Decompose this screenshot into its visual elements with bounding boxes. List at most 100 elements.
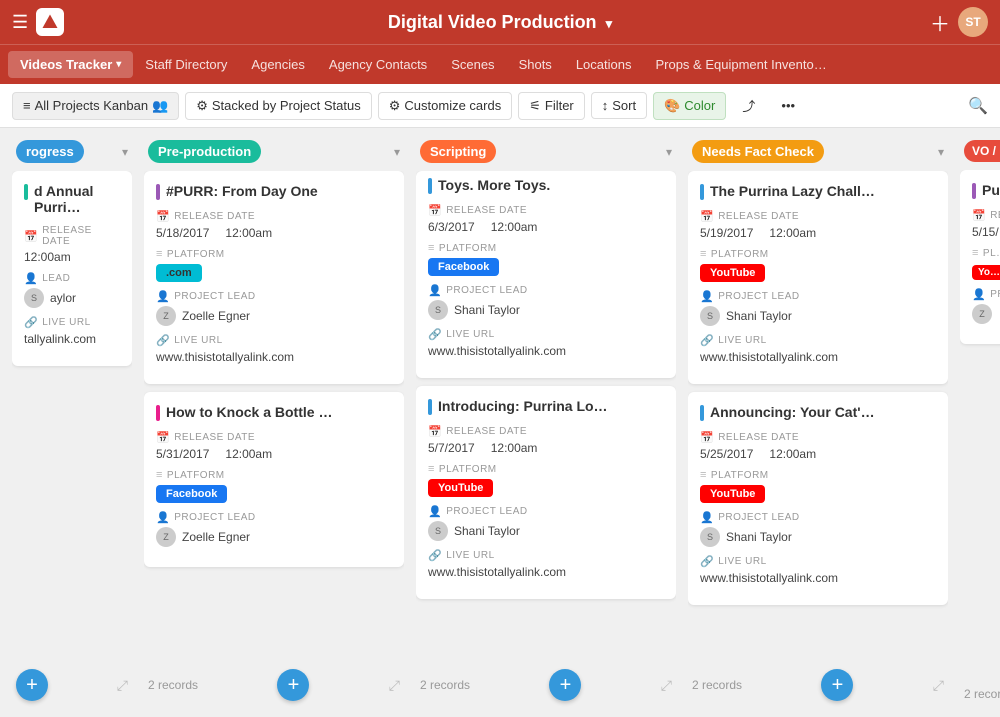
lead-avatar: S bbox=[428, 300, 448, 320]
card-color-bar bbox=[24, 184, 28, 200]
person-icon: 👤 bbox=[24, 272, 38, 285]
stacked-view-button[interactable]: ⚙ Stacked by Project Status bbox=[185, 92, 372, 120]
sort-button[interactable]: ↕ Sort bbox=[591, 92, 647, 119]
calendar-icon: 📅 bbox=[156, 210, 170, 223]
column-pre-production: Pre-production ▾ #PURR: From Day One 📅 R… bbox=[144, 140, 404, 705]
card-color-bar bbox=[428, 178, 432, 194]
tab-agency-contacts[interactable]: Agency Contacts bbox=[317, 51, 439, 78]
card-purr-day-one[interactable]: #PURR: From Day One 📅 RELEASE DATE 5/18/… bbox=[144, 171, 404, 384]
card-project-lead: 👤 PROJECT LEAD S Shani Taylor bbox=[428, 505, 664, 541]
card-lead-field: 👤 LEAD S aylor bbox=[24, 272, 120, 308]
stacked-label: Stacked by Project Status bbox=[212, 98, 361, 113]
color-label: Color bbox=[684, 98, 715, 113]
person-icon: 👤 bbox=[972, 288, 986, 301]
tab-staff-directory[interactable]: Staff Directory bbox=[133, 51, 239, 78]
platform-badge: .com bbox=[156, 264, 202, 282]
tab-agencies[interactable]: Agencies bbox=[239, 51, 316, 78]
expand-icon[interactable]: ⤢ bbox=[661, 677, 672, 694]
toolbar-left: ≡ All Projects Kanban 👥 ⚙ Stacked by Pro… bbox=[12, 91, 960, 120]
card-color-bar bbox=[700, 405, 704, 421]
vo-records-count: 2 records bbox=[964, 687, 1000, 701]
hamburger-icon[interactable]: ☰ bbox=[12, 12, 28, 33]
link-icon: 🔗 bbox=[428, 549, 442, 562]
customize-label: Customize cards bbox=[404, 98, 501, 113]
card-live-url: 🔗 LIVE URL www.thisistotallyalink.com bbox=[700, 555, 936, 585]
filter-label: Filter bbox=[545, 98, 574, 113]
card-release-date: 📅 RELEASE DATE 5/18/2017 12:00am bbox=[156, 210, 392, 240]
add-view-button[interactable]: ＋ bbox=[930, 8, 950, 37]
card-annual-purr[interactable]: d Annual Purri… 📅 RELEASE DATE 12:00am 👤… bbox=[12, 171, 132, 366]
expand-icon[interactable]: ⤢ bbox=[389, 677, 400, 694]
customize-cards-button[interactable]: ⚙ Customize cards bbox=[378, 92, 512, 120]
column-in-progress-header: rogress ▾ bbox=[12, 140, 132, 163]
card-project-lead: 👤 PROJECT LEAD S Shani Taylor bbox=[700, 290, 936, 326]
card-vo-partial[interactable]: Pu… 📅 RE… 5/15/… ≡ PL… Yo… bbox=[960, 170, 1000, 344]
header-right: ＋ ST bbox=[930, 7, 988, 37]
search-button[interactable]: 🔍 bbox=[968, 96, 988, 116]
tab-locations[interactable]: Locations bbox=[564, 51, 644, 78]
lead-avatar: S bbox=[24, 288, 44, 308]
title-dropdown-arrow[interactable]: ▾ bbox=[606, 16, 613, 31]
needs-fact-add-button[interactable]: + bbox=[821, 669, 853, 701]
lead-avatar: S bbox=[700, 527, 720, 547]
card-announcing-cat[interactable]: Announcing: Your Cat'… 📅 RELEASE DATE 5/… bbox=[688, 392, 948, 605]
column-needs-fact-footer: 2 records + ⤢ bbox=[688, 665, 948, 705]
view-icon: ≡ bbox=[23, 98, 31, 113]
column-needs-fact-cards: The Purrina Lazy Chall… 📅 RELEASE DATE 5… bbox=[688, 171, 948, 657]
lead-avatar: Z bbox=[972, 304, 992, 324]
column-vo-header: VO / H ▾ bbox=[960, 140, 1000, 162]
pre-production-records-count: 2 records bbox=[148, 678, 198, 692]
column-scripting-chevron[interactable]: ▾ bbox=[666, 145, 672, 159]
tab-props[interactable]: Props & Equipment Invento… bbox=[643, 51, 838, 78]
card-purrina-lazy[interactable]: The Purrina Lazy Chall… 📅 RELEASE DATE 5… bbox=[688, 171, 948, 384]
expand-icon[interactable]: ⤢ bbox=[933, 677, 944, 694]
tab-shots[interactable]: Shots bbox=[507, 51, 564, 78]
view-label: All Projects Kanban bbox=[35, 98, 148, 113]
card-platform: ≡ PLATFORM .com bbox=[156, 248, 392, 282]
color-button[interactable]: 🎨 Color bbox=[653, 92, 726, 120]
card-project-lead: 👤 PROJECT LEAD Z Zoelle Egner bbox=[156, 511, 392, 547]
column-pre-production-chevron[interactable]: ▾ bbox=[394, 145, 400, 159]
scripting-add-button[interactable]: + bbox=[549, 669, 581, 701]
card-project-lead: 👤 PROJECT LEAD Z Zoelle Egner bbox=[156, 290, 392, 326]
card-toys[interactable]: Toys. More Toys. 📅 RELEASE DATE 6/3/2017… bbox=[416, 171, 676, 378]
calendar-icon: 📅 bbox=[24, 230, 38, 243]
platform-icon: ≡ bbox=[156, 248, 163, 260]
card-purrina-lo[interactable]: Introducing: Purrina Lo… 📅 RELEASE DATE … bbox=[416, 386, 676, 599]
card-lead-vo: 👤 PR… Z bbox=[972, 288, 1000, 324]
person-icon: 👤 bbox=[700, 511, 714, 524]
filter-button[interactable]: ⚟ Filter bbox=[518, 92, 585, 120]
more-options-button[interactable]: ••• bbox=[771, 93, 805, 118]
platform-icon: ≡ bbox=[972, 247, 979, 259]
more-icon: ••• bbox=[781, 98, 795, 113]
app-logo bbox=[36, 8, 64, 36]
column-in-progress-chevron[interactable]: ▾ bbox=[122, 145, 128, 159]
person-icon: 👤 bbox=[428, 284, 442, 297]
column-scripting-cards: Toys. More Toys. 📅 RELEASE DATE 6/3/2017… bbox=[416, 171, 676, 657]
column-needs-fact-chevron[interactable]: ▾ bbox=[938, 145, 944, 159]
toolbar: ≡ All Projects Kanban 👥 ⚙ Stacked by Pro… bbox=[0, 84, 1000, 128]
tab-props-label: Props & Equipment Invento… bbox=[655, 57, 826, 72]
needs-fact-records-count: 2 records bbox=[692, 678, 742, 692]
tab-videos-tracker[interactable]: Videos Tracker ▾ bbox=[8, 51, 133, 78]
in-progress-add-button[interactable]: + bbox=[16, 669, 48, 701]
card-color-bar bbox=[156, 184, 160, 200]
column-pre-production-cards: #PURR: From Day One 📅 RELEASE DATE 5/18/… bbox=[144, 171, 404, 657]
expand-icon[interactable]: ⤢ bbox=[117, 677, 128, 694]
people-icon: 👥 bbox=[152, 98, 168, 114]
tab-dropdown-arrow: ▾ bbox=[116, 59, 121, 70]
card-release-date: 📅 RELEASE DATE 5/25/2017 12:00am bbox=[700, 431, 936, 461]
card-release-date: 📅 RELEASE DATE 5/31/2017 12:00am bbox=[156, 431, 392, 461]
pre-production-add-button[interactable]: + bbox=[277, 669, 309, 701]
platform-badge: Facebook bbox=[156, 485, 227, 503]
card-live-url: 🔗 LIVE URL www.thisistotallyalink.com bbox=[428, 549, 664, 579]
column-scripting-label: Scripting bbox=[420, 140, 496, 163]
column-vo: VO / H ▾ Pu… 📅 RE… 5/15/… ≡ bbox=[960, 140, 1000, 705]
link-icon: 🔗 bbox=[700, 334, 714, 347]
tab-scenes[interactable]: Scenes bbox=[439, 51, 506, 78]
person-icon: 👤 bbox=[428, 505, 442, 518]
card-knock-bottle[interactable]: How to Knock a Bottle … 📅 RELEASE DATE 5… bbox=[144, 392, 404, 567]
view-switcher-button[interactable]: ≡ All Projects Kanban 👥 bbox=[12, 92, 179, 120]
share-button[interactable]: ⤴ bbox=[732, 91, 765, 120]
card-live-url: 🔗 LIVE URL www.thisistotallyalink.com bbox=[700, 334, 936, 364]
